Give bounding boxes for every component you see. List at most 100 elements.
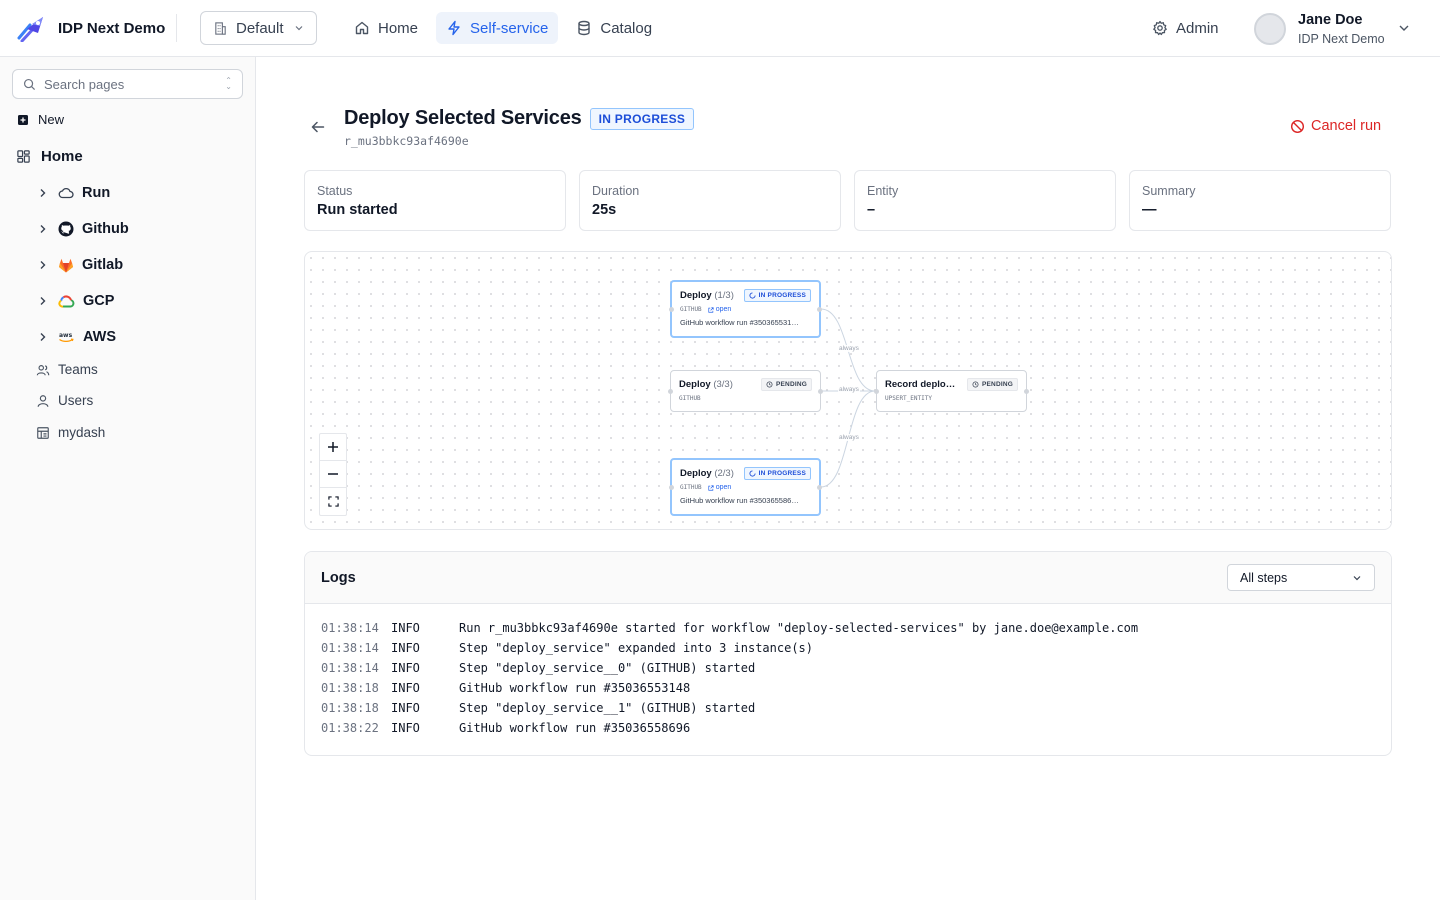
sidebar-item-mydash[interactable]: mydash [36,425,105,440]
logo-icon [16,14,48,42]
logs-title: Logs [321,569,356,586]
sidebar-item-gcp[interactable]: GCP [36,283,246,319]
graph-node-deploy-1[interactable]: Deploy (1/3) IN PROGRESS GITHUB open Git… [669,280,822,338]
plus-square-icon [18,114,28,125]
dashboard-grid-icon [16,149,31,164]
database-icon [576,20,592,36]
up-down-icon: ⌃ ⌄ [225,76,232,91]
node-title: Deploy (3/3) [679,379,733,390]
fullscreen-icon [327,496,339,507]
node-title: Deploy (1/3) [680,290,734,301]
svg-text:aws: aws [59,332,73,339]
nav-catalog[interactable]: Catalog [566,12,662,44]
admin-link[interactable]: Admin [1152,12,1219,44]
stat-value: Run started [317,202,398,218]
log-timestamp: 01:38:18 [321,681,379,695]
log-timestamp: 01:38:14 [321,661,379,675]
app-title: IDP Next Demo [58,19,166,37]
sidebar-item-teams[interactable]: Teams [36,362,98,377]
org-select[interactable]: Default [200,11,317,45]
logs-panel: Logs All steps 01:38:14 INFO Run r_mu3bb… [304,551,1392,756]
search-input[interactable] [44,76,214,92]
new-button[interactable]: New [18,112,64,127]
graph-node-record[interactable]: Record deplo… PENDING UPSERT_ENTITY [874,370,1029,412]
sidebar-folders: Run Github Gitlab GCP aws AWS [36,175,246,355]
back-arrow-icon[interactable] [310,119,326,135]
search-box[interactable]: ⌃⌄ [12,69,243,99]
node-port [668,388,673,394]
chevron-down-icon[interactable] [1398,22,1410,34]
node-meta: UPSERT_ENTITY [885,395,932,402]
log-level: INFO [391,661,420,675]
edge-label: always [838,434,860,441]
dashboard-icon [36,426,50,440]
log-line: 01:38:14 INFO Step "deploy_service" expa… [321,638,1375,658]
nav-self-service-label: Self-service [470,19,549,37]
zoom-out-button[interactable] [320,461,346,488]
graph-node-deploy-2[interactable]: Deploy (2/3) IN PROGRESS GITHUB open Git… [669,458,822,516]
log-message: GitHub workflow run #35036553148 [459,681,691,695]
chevron-right-icon[interactable] [36,188,50,198]
node-port [818,388,823,394]
graph-node-deploy-3[interactable]: Deploy (3/3) PENDING GITHUB [668,370,823,412]
steps-filter-select[interactable]: All steps [1227,564,1375,591]
log-level: INFO [391,641,420,655]
log-level: INFO [391,621,420,635]
sidebar-item-aws[interactable]: aws AWS [36,319,246,355]
sidebar-item-users[interactable]: Users [36,393,93,408]
sidebar-item-run[interactable]: Run [36,175,246,211]
sidebar-item-github[interactable]: Github [36,211,246,247]
sidebar-item-label: Teams [58,362,98,377]
node-status-badge: IN PROGRESS [743,289,811,302]
gear-icon [1152,20,1168,36]
node-port [817,484,822,490]
workflow-graph[interactable]: always always always Deploy (1/3) IN PRO… [304,251,1392,530]
sidebar-item-label: mydash [58,425,106,440]
log-message: Run r_mu3bbkc93af4690e started for workf… [459,621,1139,635]
sidebar-item-label: AWS [83,329,117,345]
open-link[interactable]: open [708,306,731,313]
run-id: r_mu3bbkc93af4690e [344,134,469,148]
search-icon [23,78,36,91]
log-line: 01:38:14 INFO Run r_mu3bbkc93af4690e sta… [321,618,1375,638]
log-line: 01:38:22 INFO GitHub workflow run #35036… [321,718,1375,738]
home-icon [354,20,370,36]
chevron-right-icon[interactable] [36,332,50,342]
open-link[interactable]: open [708,484,731,491]
node-status-badge: PENDING [966,378,1018,391]
stat-label: Duration [592,184,640,198]
external-link-icon [708,484,714,491]
sidebar-item-label: Run [82,185,111,201]
log-line: 01:38:14 INFO Step "deploy_service__0" (… [321,658,1375,678]
sidebar-item-gitlab[interactable]: Gitlab [36,247,246,283]
org-select-value: Default [236,19,284,37]
chevron-right-icon[interactable] [36,224,50,234]
chevron-right-icon[interactable] [36,260,50,270]
brand[interactable]: IDP Next Demo [16,14,165,42]
stat-card-duration: Duration 25s [579,170,841,231]
log-message: Step "deploy_service__0" (GITHUB) starte… [459,661,756,675]
log-level: INFO [391,681,420,695]
sidebar: ⌃⌄ New Home Run Github Gitlab [0,57,256,900]
plus-icon [328,442,338,452]
log-timestamp: 01:38:18 [321,701,379,715]
cloud-icon [58,186,74,200]
node-port [817,306,822,312]
log-line: 01:38:18 INFO GitHub workflow run #35036… [321,678,1375,698]
edge-label: always [838,345,860,352]
fit-view-button[interactable] [320,488,346,515]
log-message: Step "deploy_service__1" (GITHUB) starte… [459,701,756,715]
user-menu[interactable]: Jane Doe IDP Next Demo [1254,10,1385,48]
nav-home[interactable]: Home [344,12,428,44]
user-icon [36,394,50,408]
chevron-right-icon[interactable] [36,296,50,306]
nav-self-service[interactable]: Self-service [436,12,559,44]
sidebar-item-home[interactable]: Home [16,148,83,165]
run-title: Deploy Selected Services [344,107,582,129]
zoom-in-button[interactable] [320,434,346,461]
new-label: New [38,112,65,127]
node-port [669,484,674,490]
stat-card-summary: Summary — [1129,170,1391,231]
cancel-run-button[interactable]: Cancel run [1290,118,1381,134]
sidebar-item-label: Github [82,221,129,237]
